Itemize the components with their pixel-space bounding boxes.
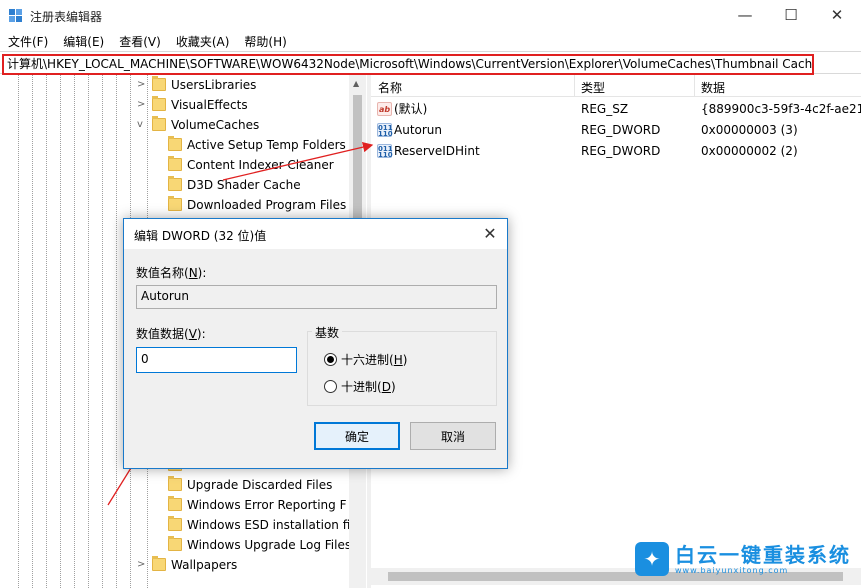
close-icon[interactable]: ✕	[473, 219, 507, 249]
close-button[interactable]: ✕	[814, 0, 860, 30]
folder-icon	[152, 96, 166, 111]
expand-chevron-icon[interactable]: >	[137, 555, 147, 575]
ok-button[interactable]: 确定	[314, 422, 400, 450]
tree-item-content-indexer[interactable]: Content Indexer Cleaner	[0, 155, 349, 175]
menu-help[interactable]: 帮助(H)	[236, 31, 293, 51]
list-header: 名称 类型 数据	[371, 75, 861, 97]
value-name: (默认)	[394, 102, 428, 116]
tree-item-downloaded-program[interactable]: Downloaded Program Files	[0, 195, 349, 215]
string-value-icon: ab	[377, 102, 392, 116]
value-data-input[interactable]: 0	[136, 347, 297, 373]
tree-item-label: Active Setup Temp Folders	[187, 138, 346, 152]
scroll-up-icon[interactable]: ▲	[353, 79, 359, 88]
radio-checked-icon[interactable]	[324, 352, 337, 366]
menu-file[interactable]: 文件(F)	[0, 31, 55, 51]
tree-item-upgrade-discarded[interactable]: Upgrade Discarded Files	[0, 475, 349, 495]
tree-item-label: Upgrade Discarded Files	[187, 478, 333, 492]
tree-item-active-setup[interactable]: Active Setup Temp Folders	[0, 135, 349, 155]
value-data: 0x00000002 (2)	[701, 144, 798, 158]
edit-dword-dialog: 编辑 DWORD (32 位)值 ✕ 数值名称(N): Autorun 数值数据…	[123, 218, 508, 469]
folder-icon	[168, 536, 182, 551]
value-data-label: 数值数据(V):	[136, 327, 206, 341]
tree-item-label: Content Indexer Cleaner	[187, 158, 334, 172]
folder-icon	[168, 156, 182, 171]
radio-label: 十六进制(H)	[341, 352, 408, 367]
tree-item-wallpapers[interactable]: > Wallpapers	[0, 555, 349, 575]
menu-edit[interactable]: 编辑(E)	[55, 31, 111, 51]
tree-item-d3d-shader[interactable]: D3D Shader Cache	[0, 175, 349, 195]
tree-item-label: D3D Shader Cache	[187, 178, 301, 192]
tree-item-label: UsersLibraries	[171, 78, 257, 92]
menu-bar: 文件(F) 编辑(E) 查看(V) 收藏夹(A) 帮助(H)	[0, 31, 294, 51]
tree-item-visualeffects[interactable]: > VisualEffects	[0, 95, 349, 115]
column-header-data[interactable]: 数据	[701, 79, 725, 96]
watermark: ✦ 白云一键重装系统 www.baiyunxitong.com	[635, 542, 851, 576]
minimize-icon: —	[737, 6, 753, 24]
tree-item-label: Windows Error Reporting F	[187, 498, 347, 512]
tree-item-windows-esd[interactable]: Windows ESD installation fil	[0, 515, 354, 535]
value-type: REG_DWORD	[581, 123, 661, 137]
watermark-title: 白云一键重装系统	[675, 542, 851, 567]
column-header-type[interactable]: 类型	[581, 79, 605, 96]
dword-value-icon: 011 110	[377, 123, 393, 138]
menu-favorites[interactable]: 收藏夹(A)	[168, 31, 237, 51]
folder-open-icon	[152, 116, 166, 131]
tree-item-label: Downloaded Program Files	[187, 198, 347, 212]
collapse-chevron-icon[interactable]: v	[137, 115, 147, 135]
value-type: REG_DWORD	[581, 144, 661, 158]
value-row-default[interactable]: ab (默认) REG_SZ {889900c3-59f3-4c2f-ae21-	[371, 99, 861, 120]
value-name: Autorun	[394, 123, 443, 137]
tree-item-label: VolumeCaches	[171, 118, 260, 132]
value-type: REG_SZ	[581, 102, 629, 116]
tree-item-label: Wallpapers	[171, 558, 238, 572]
dialog-title-bar: 编辑 DWORD (32 位)值 ✕	[124, 219, 507, 249]
folder-icon	[168, 176, 182, 191]
radio-hexadecimal[interactable]: 十六进制(H)	[324, 350, 407, 368]
regedit-icon	[9, 9, 23, 23]
expand-chevron-icon[interactable]: >	[137, 75, 147, 95]
value-row-reserveidhint[interactable]: 011 110 ReserveIDHint REG_DWORD 0x0000000…	[371, 141, 861, 162]
value-data: {889900c3-59f3-4c2f-ae21-	[701, 102, 861, 116]
tree-item-windows-upgrade-log[interactable]: Windows Upgrade Log Files	[0, 535, 352, 555]
title-bar: 注册表编辑器 — ☐ ✕	[0, 0, 861, 30]
window-title: 注册表编辑器	[30, 10, 103, 24]
value-name-label: 数值名称(N):	[136, 266, 207, 280]
value-row-autorun[interactable]: 011 110 Autorun REG_DWORD 0x00000003 (3)	[371, 120, 861, 141]
tree-item-label: VisualEffects	[171, 98, 248, 112]
dialog-title: 编辑 DWORD (32 位)值	[134, 229, 267, 243]
close-icon: ✕	[830, 6, 844, 24]
tree-item-userslibraries[interactable]: > UsersLibraries	[0, 75, 349, 95]
maximize-icon: ☐	[784, 6, 798, 24]
value-data: 0x00000003 (3)	[701, 123, 798, 137]
column-header-name[interactable]: 名称	[378, 79, 402, 96]
folder-icon	[168, 196, 182, 211]
watermark-url: www.baiyunxitong.com	[675, 565, 789, 575]
tree-item-label: Windows Upgrade Log Files	[187, 538, 352, 552]
radio-decimal[interactable]: 十进制(D)	[324, 377, 396, 395]
folder-icon	[168, 516, 182, 531]
base-group-title: 基数	[312, 324, 343, 341]
value-name-field: Autorun	[136, 285, 497, 309]
expand-chevron-icon[interactable]: >	[137, 95, 147, 115]
minimize-button[interactable]: —	[722, 0, 768, 30]
folder-icon	[152, 556, 166, 571]
radio-label: 十进制(D)	[341, 379, 396, 394]
folder-icon	[168, 496, 182, 511]
scrollbar-thumb[interactable]	[353, 95, 362, 235]
bird-logo-icon: ✦	[635, 542, 669, 576]
folder-icon	[168, 476, 182, 491]
dword-value-icon: 011 110	[377, 144, 393, 159]
cancel-button[interactable]: 取消	[410, 422, 496, 450]
tree-item-label: Windows ESD installation fil	[187, 518, 354, 532]
radio-unchecked-icon[interactable]	[324, 379, 337, 393]
value-name: ReserveIDHint	[394, 144, 480, 158]
menu-view[interactable]: 查看(V)	[111, 31, 168, 51]
tree-item-windows-error-reporting[interactable]: Windows Error Reporting F	[0, 495, 349, 515]
tree-item-volumecaches[interactable]: v VolumeCaches	[0, 115, 349, 135]
folder-icon	[152, 76, 166, 91]
address-bar: 计算机\HKEY_LOCAL_MACHINE\SOFTWARE\WOW6432N…	[0, 51, 861, 75]
folder-icon	[168, 136, 182, 151]
maximize-button[interactable]: ☐	[768, 0, 814, 30]
address-input[interactable]: 计算机\HKEY_LOCAL_MACHINE\SOFTWARE\WOW6432N…	[2, 54, 814, 75]
